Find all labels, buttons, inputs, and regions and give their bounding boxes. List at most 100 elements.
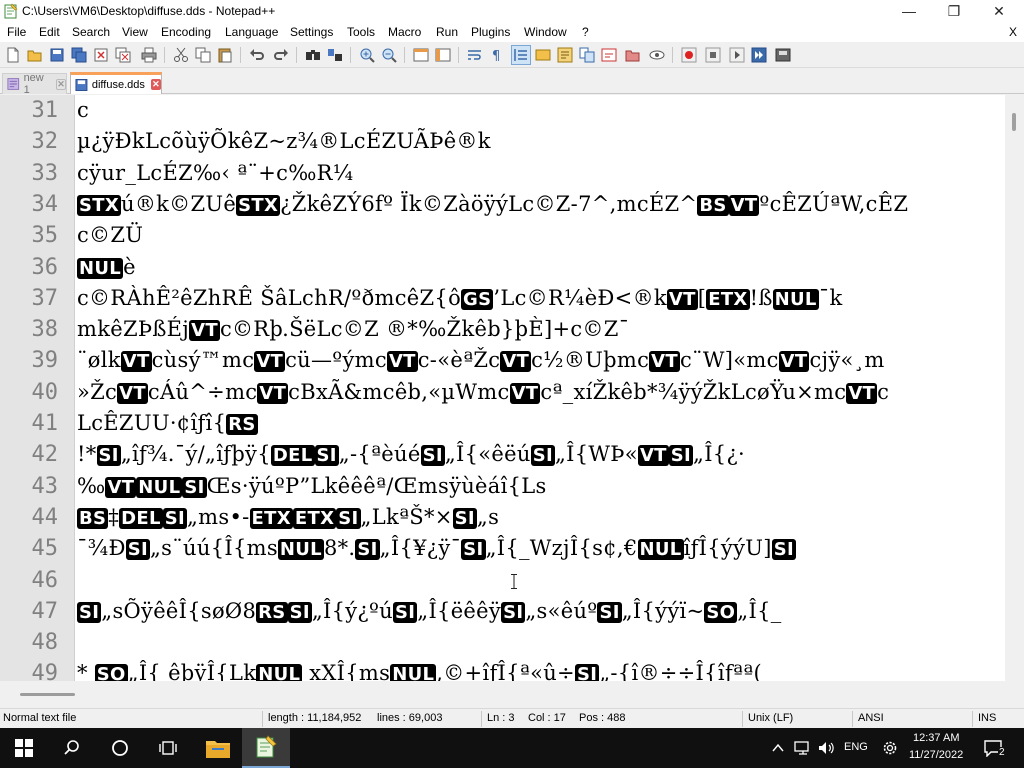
- editor-line[interactable]: 32 µ¿ÿÐkLcõùÿÕkêZ~z¾®LcÉZUÃÞê®k: [0, 126, 1005, 157]
- editor-line[interactable]: 43 ‰ VT NUL SIŒs·ÿúºP”Lkêêêª/Œmsÿùèáî{Ls: [0, 471, 1005, 502]
- editor-line[interactable]: 34 STXú®k©ZUê STX¿ŽkêZÝ6fº Ïk©ZàöÿýLc©Z-7^…: [0, 189, 1005, 220]
- line-text[interactable]: ‰ VT NUL SIŒs·ÿúºP”Lkêêêª/Œmsÿùèáî{Ls: [77, 471, 547, 503]
- document-map-icon[interactable]: [556, 46, 574, 64]
- monitoring-eye-icon[interactable]: [648, 46, 666, 64]
- editor-line[interactable]: 39 ¨ølk VTcùsý™mc VTcü—ºýmc VTc-«èªŽc VTc½®Uþ…: [0, 345, 1005, 376]
- menu-tools[interactable]: Tools: [347, 25, 375, 39]
- text-editor[interactable]: 31 c 32 µ¿ÿÐkLcõùÿÕkêZ~z¾®LcÉZUÃÞê®k 33 cÿur_…: [0, 95, 1005, 681]
- line-text[interactable]: ¯¾Ð SI„s¨úú{Î{ms NUL8*. SI„Î{¥¿ÿ¯ SI„Î{_WzjÎ…: [77, 533, 796, 565]
- line-text[interactable]: !* SI„îƒ¾.¯ý/„îƒþÿ{DEL SI„-{ªèúé SI„Î{«êëú S…: [77, 439, 745, 471]
- menu-run[interactable]: Run: [436, 25, 458, 39]
- task-view-icon[interactable]: [144, 728, 192, 768]
- line-text[interactable]: LcÊZUU·¢îƒî{RS: [77, 408, 258, 440]
- find-icon[interactable]: [304, 46, 322, 64]
- minimize-button[interactable]: —: [886, 0, 932, 22]
- redo-icon[interactable]: [272, 46, 290, 64]
- line-text[interactable]: c: [77, 95, 89, 126]
- network-icon[interactable]: [794, 740, 812, 756]
- menu-macro[interactable]: Macro: [388, 25, 421, 39]
- clock-date[interactable]: 11/27/2022: [909, 749, 963, 761]
- menu-plugins[interactable]: Plugins: [471, 25, 510, 39]
- editor-line[interactable]: 48: [0, 627, 1005, 658]
- project-panel-icon[interactable]: [624, 46, 642, 64]
- new-file-icon[interactable]: [4, 46, 22, 64]
- tab-close-icon[interactable]: ✕: [55, 78, 66, 90]
- line-text[interactable]: cÿur_LcÉZ‰‹ ª¨+c‰R¼: [77, 158, 353, 189]
- folder-as-workspace-icon[interactable]: [600, 46, 618, 64]
- zoom-out-icon[interactable]: [380, 46, 398, 64]
- menu-search[interactable]: Search: [72, 25, 110, 39]
- tab-new-1[interactable]: new 1 ✕: [2, 72, 67, 96]
- editor-line[interactable]: 49 * SO„Î{ êþÿÎ{Lk NUL xXÎ{ms NUL,©+îƒÎ{ª«û…: [0, 658, 1005, 681]
- show-all-characters-icon[interactable]: ¶: [488, 46, 506, 64]
- copy-icon[interactable]: [194, 46, 212, 64]
- clock-time[interactable]: 12:37 AM: [913, 732, 959, 744]
- print-icon[interactable]: [140, 46, 158, 64]
- start-windows-icon[interactable]: [0, 728, 48, 768]
- menu-file[interactable]: File: [7, 25, 26, 39]
- editor-line[interactable]: 41 LcÊZUU·¢îƒî{RS: [0, 408, 1005, 439]
- function-list-icon[interactable]: [578, 46, 596, 64]
- sync-vertical-icon[interactable]: [412, 46, 430, 64]
- notepadpp-taskbar-icon[interactable]: [242, 728, 290, 768]
- editor-line[interactable]: 38 mkêZÞßÉj VTc©Rþ.ŠëLc©Z ®*‰Žkêb}þÈ]+c©Z¯: [0, 314, 1005, 345]
- line-text[interactable]: SI„sÕÿêêÎ{søØ8 RS SI„Î{ý¿ºú SI„Î{ëêêÿ SI„s«ê…: [77, 596, 782, 628]
- line-text[interactable]: STXú®k©ZUê STX¿ŽkêZÝ6fº Ïk©ZàöÿýLc©Z-7^,m…: [77, 189, 908, 221]
- editor-line[interactable]: 47 SI„sÕÿêêÎ{søØ8 RS SI„Î{ý¿ºú SI„Î{ëêêÿ SI„s…: [0, 596, 1005, 627]
- zoom-in-icon[interactable]: [358, 46, 376, 64]
- menu-window[interactable]: Window: [524, 25, 567, 39]
- line-text[interactable]: BS‡ DEL SI„ms•- ETX ETX SI„LkªŠ*× SI„s: [77, 502, 499, 534]
- search-icon[interactable]: [48, 728, 96, 768]
- record-macro-icon[interactable]: [680, 46, 698, 64]
- menu-language[interactable]: Language: [225, 25, 278, 39]
- line-text[interactable]: ¨ølk VTcùsý™mc VTcü—ºýmc VTc-«èªŽc VTc½®Uþmc…: [77, 345, 885, 377]
- settings-gear-icon[interactable]: [881, 739, 899, 757]
- menu-edit[interactable]: Edit: [39, 25, 60, 39]
- menu-settings[interactable]: Settings: [290, 25, 333, 39]
- editor-line[interactable]: 45 ¯¾Ð SI„s¨úú{Î{ms NUL8*. SI„Î{¥¿ÿ¯ SI„Î{_Wz…: [0, 533, 1005, 564]
- stop-macro-icon[interactable]: [704, 46, 722, 64]
- editor-line[interactable]: 37 c©RÀhÊ²êZhRÊ ŠâLchR/ºðmcêZ{ô GS’Lc©R¼èÐ…: [0, 283, 1005, 314]
- horizontal-scrollbar[interactable]: [0, 681, 1024, 708]
- play-macro-icon[interactable]: [728, 46, 746, 64]
- close-file-icon[interactable]: [92, 46, 110, 64]
- undo-icon[interactable]: [248, 46, 266, 64]
- editor-line[interactable]: 33 cÿur_LcÉZ‰‹ ª¨+c‰R¼: [0, 158, 1005, 189]
- sync-horizontal-icon[interactable]: [434, 46, 452, 64]
- tab-close-icon[interactable]: ✕: [150, 79, 161, 90]
- save-all-icon[interactable]: [70, 46, 88, 64]
- cut-icon[interactable]: [172, 46, 190, 64]
- show-hidden-icons-chevron-icon[interactable]: [772, 742, 784, 754]
- run-macro-multiple-icon[interactable]: [750, 46, 768, 64]
- menu-help[interactable]: ?: [582, 25, 589, 39]
- file-explorer-icon[interactable]: [194, 728, 242, 768]
- line-text[interactable]: NULè: [77, 252, 136, 284]
- vertical-scrollbar[interactable]: [1005, 95, 1024, 681]
- editor-line[interactable]: 46: [0, 565, 1005, 596]
- save-macro-icon[interactable]: [774, 46, 792, 64]
- line-text[interactable]: mkêZÞßÉj VTc©Rþ.ŠëLc©Z ®*‰Žkêb}þÈ]+c©Z¯: [77, 314, 629, 346]
- paste-icon[interactable]: [216, 46, 234, 64]
- word-wrap-icon[interactable]: [466, 46, 484, 64]
- replace-icon[interactable]: [326, 46, 344, 64]
- open-file-icon[interactable]: [26, 46, 44, 64]
- editor-line[interactable]: 42 !* SI„îƒ¾.¯ý/„îƒþÿ{DEL SI„-{ªèúé SI„Î{«êë…: [0, 439, 1005, 470]
- editor-line[interactable]: 44 BS‡ DEL SI„ms•- ETX ETX SI„LkªŠ*× SI„s: [0, 502, 1005, 533]
- cortana-circle-icon[interactable]: [96, 728, 144, 768]
- volume-icon[interactable]: [818, 740, 836, 756]
- save-icon[interactable]: [48, 46, 66, 64]
- menu-view[interactable]: View: [122, 25, 148, 39]
- line-text[interactable]: * SO„Î{ êþÿÎ{Lk NUL xXÎ{ms NUL,©+îƒÎ{ª«û÷ S…: [77, 658, 762, 681]
- close-all-icon[interactable]: [114, 46, 132, 64]
- user-defined-language-icon[interactable]: [534, 46, 552, 64]
- menu-encoding[interactable]: Encoding: [161, 25, 211, 39]
- horizontal-scroll-thumb[interactable]: [20, 693, 75, 696]
- editor-line[interactable]: 31 c: [0, 95, 1005, 126]
- close-button[interactable]: ✕: [976, 0, 1022, 22]
- close-document-button[interactable]: X: [1009, 25, 1017, 39]
- tab-diffuse-dds[interactable]: diffuse.dds ✕: [70, 72, 162, 94]
- input-language-indicator[interactable]: ENG: [844, 741, 868, 753]
- editor-line[interactable]: 35 c©ZÜ: [0, 220, 1005, 251]
- line-text[interactable]: c©ZÜ: [77, 220, 143, 251]
- line-text[interactable]: »Žc VTcÁû^÷mc VTcBxÃ&mcêb,«µWmc VTcª_xíŽkêb…: [77, 377, 889, 409]
